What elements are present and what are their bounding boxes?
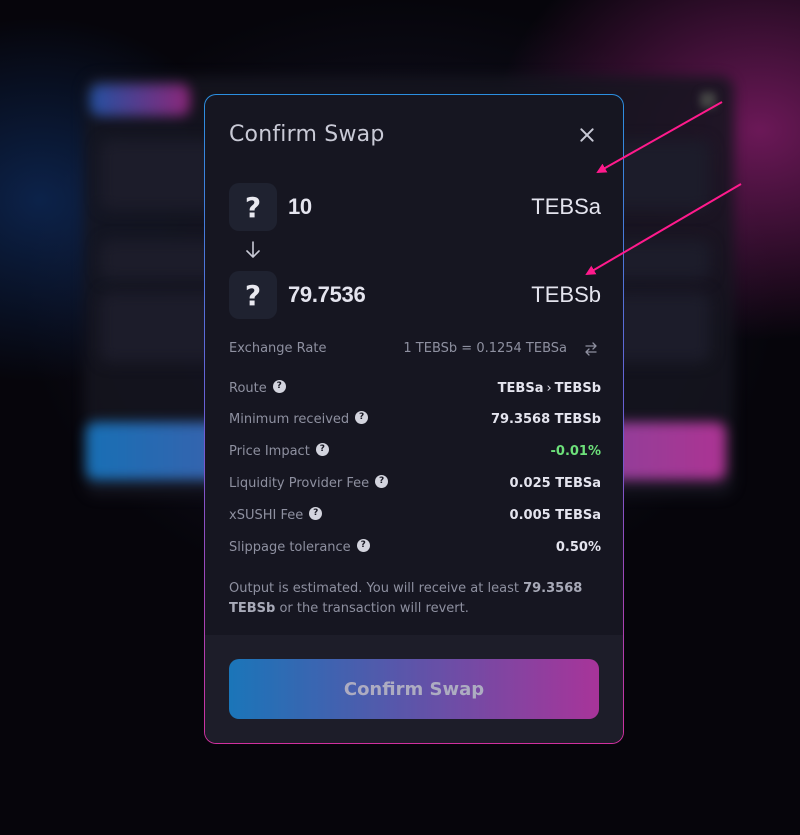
background-settings-icon [700, 92, 716, 108]
close-icon[interactable] [577, 125, 597, 145]
xsushi-fee-label: xSUSHI Fee [229, 508, 304, 523]
route-value: TEBSa › TEBSb [498, 381, 601, 396]
arrow-down-icon [246, 241, 260, 258]
input-symbol: TEBSa [531, 194, 601, 219]
estimate-note: Output is estimated. You will receive at… [229, 579, 601, 619]
slippage-row: Slippage tolerance ? 0.50% [229, 539, 601, 560]
minimum-received-row: Minimum received ? 79.3568 TEBSb [229, 411, 601, 432]
input-token-row: ? 10 TEBSa [229, 183, 601, 231]
liquidity-fee-row: Liquidity Provider Fee ? 0.025 TEBSa [229, 475, 601, 496]
slippage-label-wrap: Slippage tolerance ? [229, 539, 370, 555]
xsushi-fee-label-wrap: xSUSHI Fee ? [229, 507, 323, 523]
minimum-received-value: 79.3568 TEBSb [490, 412, 601, 427]
background-tab [90, 84, 190, 116]
exchange-rate-label: Exchange Rate [229, 341, 327, 356]
note-amount: 79.3568 [523, 581, 583, 596]
minimum-received-label: Minimum received [229, 412, 350, 427]
output-symbol: TEBSb [531, 282, 601, 307]
help-icon[interactable]: ? [309, 507, 323, 520]
price-impact-label-wrap: Price Impact ? [229, 443, 329, 459]
modal-title: Confirm Swap [229, 122, 385, 147]
route-row: Route ? TEBSa › TEBSb [229, 380, 601, 401]
help-icon[interactable]: ? [315, 443, 329, 456]
exchange-rate-value: 1 TEBSb = 0.1254 TEBSa [403, 341, 567, 356]
xsushi-fee-row: xSUSHI Fee ? 0.005 TEBSa [229, 507, 601, 528]
input-amount: 10 [288, 194, 312, 219]
help-icon[interactable]: ? [375, 475, 389, 488]
route-from: TEBSa [497, 381, 544, 396]
confirm-swap-button[interactable]: Confirm Swap [229, 659, 599, 719]
output-token-row: ? 79.7536 TEBSb [229, 271, 601, 319]
note-symbol: TEBSb [229, 601, 276, 616]
price-impact-label: Price Impact [229, 444, 310, 459]
liquidity-fee-value: 0.025 TEBSa [509, 476, 601, 491]
chevron-right-icon: › [546, 381, 552, 396]
slippage-value: 0.50% [555, 540, 601, 555]
confirm-swap-modal: Confirm Swap ? 10 TEBSa ? 79.7536 TEBSb … [204, 94, 624, 744]
help-icon[interactable]: ? [355, 411, 369, 424]
help-icon[interactable]: ? [272, 380, 286, 393]
modal-body: Confirm Swap ? 10 TEBSa ? 79.7536 TEBSb … [205, 95, 623, 743]
switch-rate-icon[interactable] [583, 341, 599, 357]
price-impact-value: -0.01% [550, 444, 602, 459]
question-mark-icon: ? [229, 183, 277, 231]
slippage-label: Slippage tolerance [229, 540, 351, 555]
route-to: TEBSb [554, 381, 601, 396]
route-label: Route [229, 381, 267, 396]
note-suffix: or the transaction will revert. [275, 601, 469, 616]
output-amount: 79.7536 [288, 282, 366, 307]
price-impact-row: Price Impact ? -0.01% [229, 443, 602, 464]
xsushi-fee-value: 0.005 TEBSa [509, 508, 601, 523]
help-icon[interactable]: ? [356, 539, 370, 552]
question-mark-icon: ? [229, 271, 277, 319]
route-label-wrap: Route ? [229, 380, 286, 396]
liquidity-fee-label: Liquidity Provider Fee [229, 476, 370, 491]
note-prefix: Output is estimated. You will receive at… [229, 581, 524, 596]
liquidity-fee-label-wrap: Liquidity Provider Fee ? [229, 475, 389, 491]
modal-footer: Confirm Swap [205, 635, 623, 743]
minimum-received-label-wrap: Minimum received ? [229, 411, 369, 427]
